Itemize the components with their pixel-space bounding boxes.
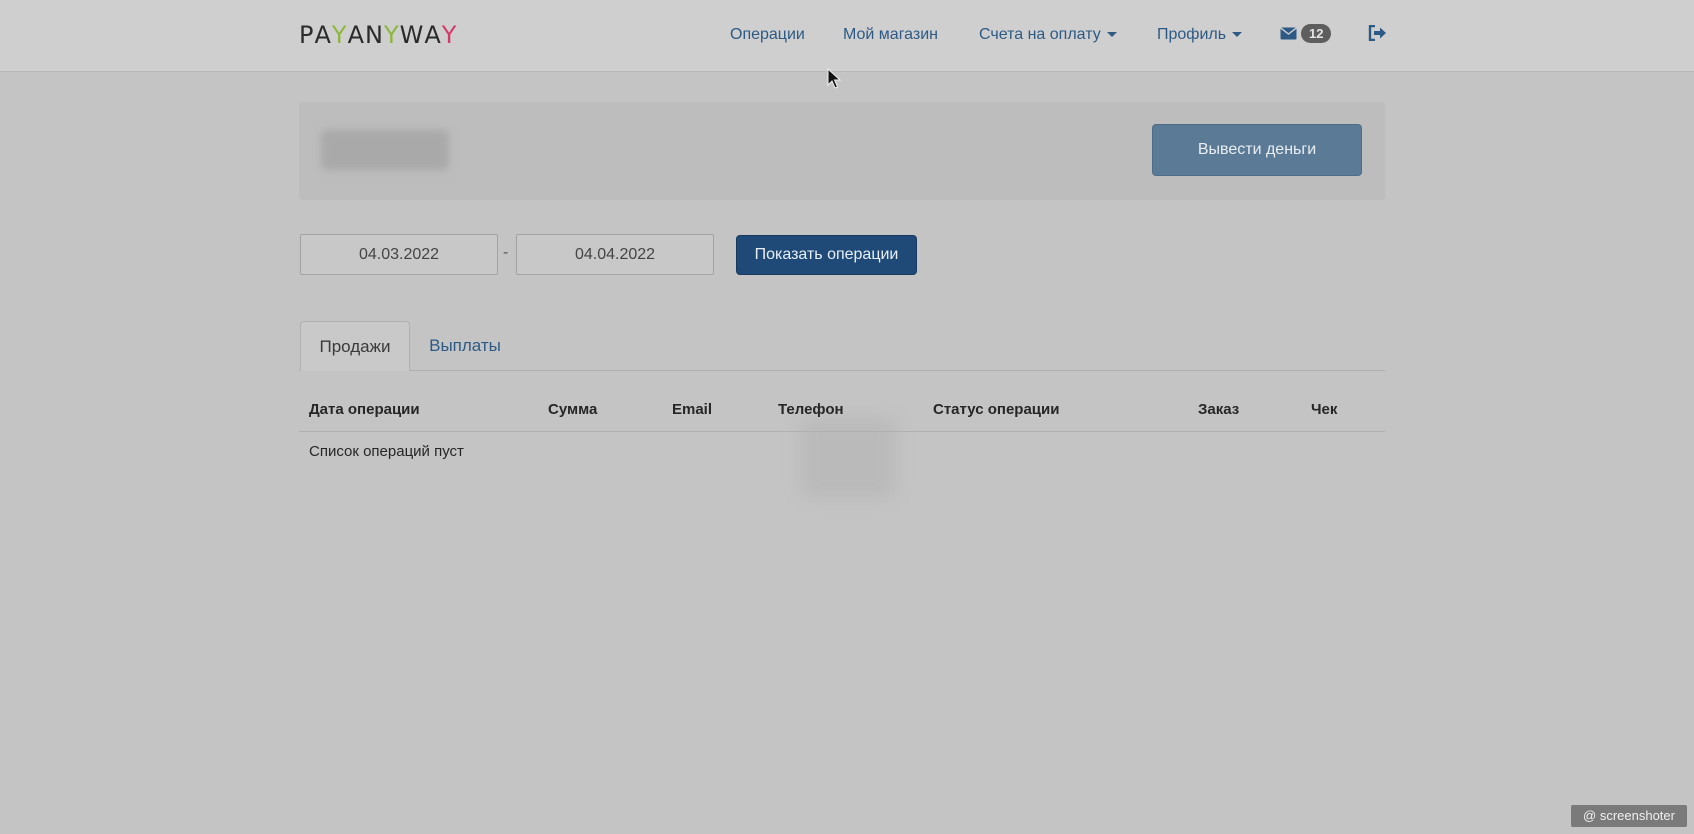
chevron-down-icon [1106,32,1117,38]
logo-letter: A [347,21,365,49]
logout-button[interactable] [1368,24,1387,48]
mouse-cursor-icon [827,68,841,89]
date-from-input[interactable] [300,234,498,275]
column-header-receipt: Чек [1311,401,1338,418]
logo-letter-accent: Y [331,21,348,49]
payanyway-logo[interactable]: PAYANYWAY [299,22,457,48]
column-header-order: Заказ [1198,401,1240,418]
table-header-divider [299,431,1385,432]
tab-sales[interactable]: Продажи [300,321,410,371]
nav-invoices-label: Счета на оплату [979,26,1101,43]
top-navbar: PAYANYWAY Операции Мой магазин Счета на … [0,0,1694,72]
date-to-input[interactable] [516,234,714,275]
balance-amount-redacted [321,130,449,170]
logo-letter: P [299,21,315,49]
logo-letter: N [365,21,384,49]
column-header-date: Дата операции [309,401,420,418]
redacted-overlay [800,418,896,498]
balance-panel: Вывести деньги [299,102,1385,200]
column-header-phone: Телефон [778,401,844,418]
nav-profile-label: Профиль [1157,26,1227,43]
logout-icon [1368,24,1386,42]
nav-messages[interactable]: 12 [1280,24,1332,46]
screenshoter-watermark: @ screenshoter [1571,805,1687,827]
date-range-separator: - [503,244,509,261]
column-header-email: Email [672,401,713,418]
nav-operations[interactable]: Операции [730,24,805,46]
messages-count-badge: 12 [1301,24,1332,43]
withdraw-button[interactable]: Вывести деньги [1152,124,1362,176]
show-operations-button[interactable]: Показать операции [736,235,917,275]
tab-payouts[interactable]: Выплаты [423,321,507,371]
column-header-amount: Сумма [548,401,598,418]
envelope-icon [1280,27,1297,40]
nav-my-shop[interactable]: Мой магазин [843,24,938,46]
chevron-down-icon [1232,32,1243,38]
nav-invoices-dropdown[interactable]: Счета на оплату [979,24,1117,46]
logo-letter: W [399,21,425,49]
nav-profile-dropdown[interactable]: Профиль [1157,24,1243,46]
logo-letter: A [314,21,332,49]
column-header-status: Статус операции [933,401,1060,418]
logo-letter-accent: Y [441,21,458,49]
logo-letter-accent: Y [383,21,400,49]
logo-letter: A [424,21,442,49]
empty-table-message: Список операций пуст [309,443,464,460]
